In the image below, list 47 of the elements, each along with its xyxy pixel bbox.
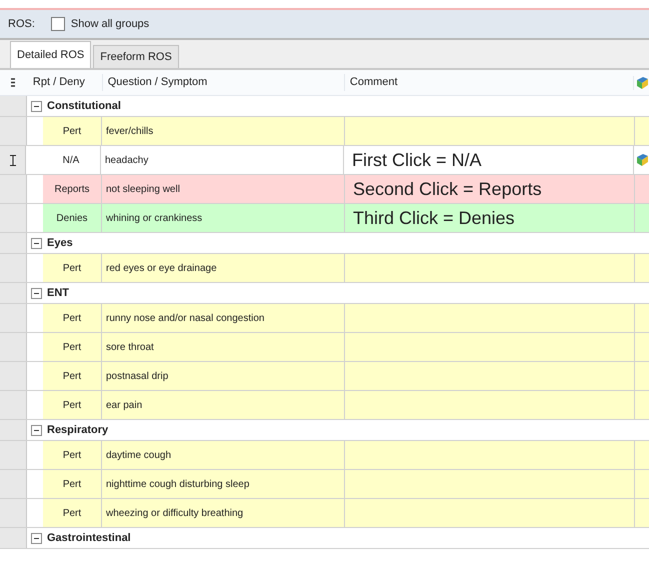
symptom-cell: wheezing or difficulty breathing xyxy=(102,499,345,527)
column-header[interactable]: Rpt / Deny xyxy=(26,74,102,91)
checkbox[interactable] xyxy=(50,17,65,31)
status-cell[interactable]: Pert xyxy=(43,117,102,145)
comment-cell[interactable]: Second Click = Reports xyxy=(345,175,635,203)
symptom-cell: headachy xyxy=(101,146,344,174)
collapse-icon[interactable] xyxy=(31,288,42,298)
collapse-icon[interactable] xyxy=(31,100,42,112)
symptom-cell: ear pain xyxy=(102,391,345,419)
status-cell[interactable]: Pert xyxy=(43,333,102,361)
symptom-cell: daytime cough xyxy=(102,441,345,469)
group-header: ENT xyxy=(47,286,69,301)
checkbox-label: Show all groups xyxy=(70,16,150,32)
comment-cell[interactable]: First Click = N/A xyxy=(344,146,634,174)
tab[interactable]: Freeform ROS xyxy=(93,45,179,68)
column-header[interactable]: Question / Symptom xyxy=(102,74,344,91)
status-cell[interactable]: Pert xyxy=(43,391,102,419)
collapse-icon[interactable] xyxy=(31,532,42,544)
comment-cell[interactable]: Third Click = Denies xyxy=(345,204,635,232)
collapse-icon[interactable] xyxy=(31,238,42,248)
symptom-cell: not sleeping well xyxy=(102,175,345,203)
group-header: Gastrointestinal xyxy=(47,530,131,546)
symptom-cell: runny nose and/or nasal congestion xyxy=(102,304,345,332)
symptom-cell: fever/chills xyxy=(102,117,345,145)
column-menu-icon[interactable] xyxy=(11,78,16,87)
symptom-cell: whining or crankiness xyxy=(102,204,345,232)
status-cell[interactable]: N/A xyxy=(42,146,101,174)
status-cell[interactable]: Pert xyxy=(43,499,102,527)
group-header: Constitutional xyxy=(47,98,121,114)
tab[interactable]: Detailed ROS xyxy=(10,41,92,68)
status-cell[interactable]: Pert xyxy=(43,470,102,498)
status-cell[interactable]: Pert xyxy=(43,254,102,282)
status-cell[interactable]: Pert xyxy=(43,441,102,469)
column-header[interactable]: Comment xyxy=(344,74,633,91)
group-header: Respiratory xyxy=(47,422,108,438)
group-header: Eyes xyxy=(47,236,73,251)
status-cell[interactable]: Denies xyxy=(43,204,102,232)
symptom-cell: nighttime cough disturbing sleep xyxy=(102,470,345,498)
status-cell[interactable]: Reports xyxy=(43,175,102,203)
symptom-cell: postnasal drip xyxy=(102,362,345,390)
status-cell[interactable]: Pert xyxy=(43,304,102,332)
collapse-icon[interactable] xyxy=(31,424,42,436)
ros-label: ROS: xyxy=(8,16,35,32)
symptom-cell: sore throat xyxy=(102,333,345,361)
symptom-cell: red eyes or eye drainage xyxy=(102,254,345,282)
row-header[interactable] xyxy=(0,146,26,174)
status-cell[interactable]: Pert xyxy=(43,362,102,390)
